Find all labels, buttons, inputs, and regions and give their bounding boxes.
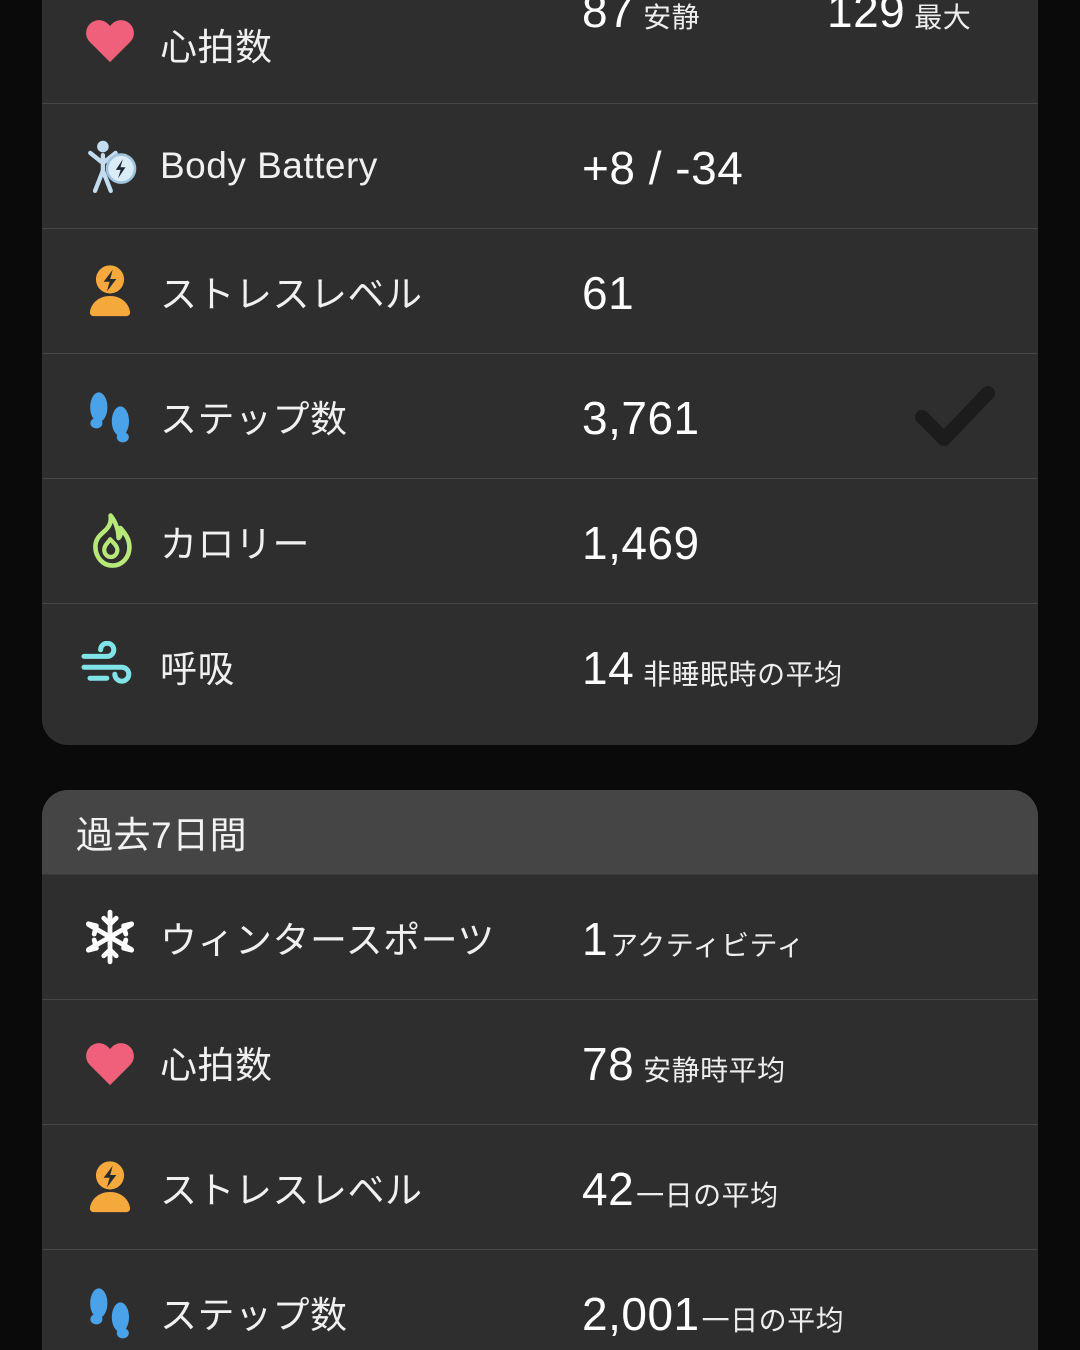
body-battery-icon	[74, 130, 146, 202]
snowflake-icon	[74, 901, 146, 973]
metric-value: 42 一日の平均	[582, 1162, 779, 1216]
metric-number: 61	[582, 267, 635, 319]
last-7-days-card: 過去7日間 ウィンタースポーツ 1 アクティビティ 心拍数 78 安静時平均 ス…	[42, 790, 1038, 1350]
metric-row-steps-today[interactable]: ステップ数 3,761	[42, 353, 1038, 478]
metric-number: 14	[582, 642, 635, 694]
metric-number: 129	[827, 0, 906, 37]
metric-unit: 安静	[643, 2, 701, 33]
today-summary-card: 心拍数 87 安静 129 最大 Body Battery +8 / -34 ス…	[42, 0, 1038, 745]
metric-row-steps-week[interactable]: ステップ数 2,001 一日の平均	[42, 1249, 1038, 1350]
metric-label: ステップ数	[160, 1294, 348, 1336]
card-header-last-7-days: 過去7日間	[42, 790, 1038, 874]
metric-label: 心拍数	[160, 27, 273, 68]
heart-icon	[74, 1026, 146, 1098]
metric-number: 78	[582, 1038, 635, 1090]
metric-value: 1 アクティビティ	[582, 912, 805, 966]
steps-icon	[74, 1276, 146, 1348]
goal-met-check-icon	[914, 381, 996, 451]
metric-unit: 一日の平均	[636, 1180, 779, 1211]
metric-label: ウィンタースポーツ	[160, 919, 495, 961]
metric-row-stress-week[interactable]: ストレスレベル 42 一日の平均	[42, 1124, 1038, 1249]
metric-row-heart-rate-week[interactable]: 心拍数 78 安静時平均	[42, 999, 1038, 1124]
metric-unit: 安静時平均	[643, 1055, 786, 1086]
metric-label: ストレスレベル	[160, 1169, 423, 1211]
metric-number: 1,469	[582, 517, 700, 569]
stress-icon	[74, 255, 146, 327]
metric-unit: アクティビティ	[610, 930, 805, 961]
steps-icon	[74, 380, 146, 452]
metric-label: 呼吸	[160, 648, 235, 690]
metric-value-max: 129 最大	[827, 0, 971, 38]
wind-icon	[74, 630, 146, 702]
metric-label: カロリー	[160, 523, 310, 565]
metric-label: 心拍数	[160, 1044, 273, 1086]
metric-row-body-battery[interactable]: Body Battery +8 / -34	[42, 103, 1038, 228]
metric-number: 2,001	[582, 1288, 700, 1340]
metric-unit: 非睡眠時の平均	[643, 659, 843, 690]
metric-unit: 最大	[914, 2, 972, 33]
metric-value-resting: 87 安静	[582, 0, 700, 38]
metric-value: 1,469	[582, 516, 700, 570]
metric-value: 78 安静時平均	[582, 1037, 786, 1091]
metric-value: 2,001 一日の平均	[582, 1287, 844, 1341]
metric-row-stress-today[interactable]: ストレスレベル 61	[42, 228, 1038, 353]
card-title: 過去7日間	[76, 815, 248, 856]
flame-icon	[74, 505, 146, 577]
metric-number: 1	[582, 913, 609, 965]
metric-value: +8 / -34	[582, 141, 743, 195]
metric-label: Body Battery	[160, 144, 378, 186]
metric-number: 42	[582, 1163, 635, 1215]
heart-icon	[74, 3, 146, 75]
metric-row-winter-sports[interactable]: ウィンタースポーツ 1 アクティビティ	[42, 874, 1038, 999]
metric-value: 3,761	[582, 391, 700, 445]
metric-row-respiration[interactable]: 呼吸 14 非睡眠時の平均	[42, 603, 1038, 728]
metric-value: 61	[582, 266, 634, 320]
metric-number: +8 / -34	[582, 142, 744, 194]
metric-value: 14 非睡眠時の平均	[582, 641, 843, 695]
metric-row-calories[interactable]: カロリー 1,469	[42, 478, 1038, 603]
metric-label: ステップ数	[160, 398, 348, 440]
stress-icon	[74, 1151, 146, 1223]
metric-number: 3,761	[582, 392, 700, 444]
health-summary-screen: 心拍数 87 安静 129 最大 Body Battery +8 / -34 ス…	[0, 0, 1080, 1350]
metric-row-heart-rate-today[interactable]: 心拍数 87 安静 129 最大	[42, 0, 1038, 103]
metric-unit: 一日の平均	[701, 1305, 845, 1336]
metric-number: 87	[582, 0, 635, 37]
metric-label: ストレスレベル	[160, 273, 423, 315]
